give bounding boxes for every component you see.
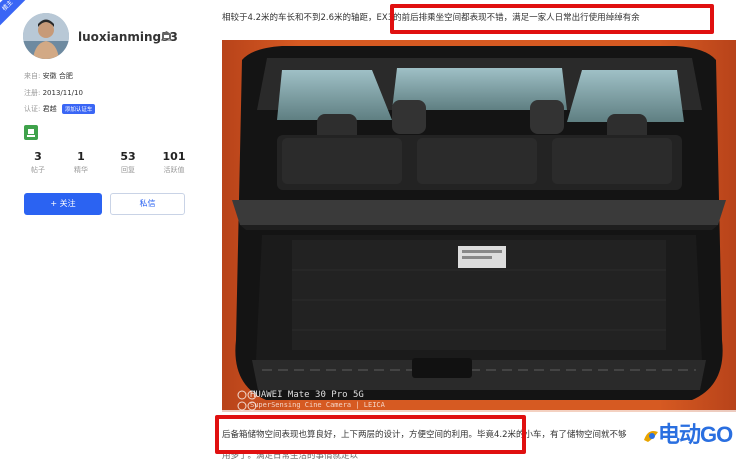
follow-button[interactable]: + 关注 [24,193,102,215]
trunk-photo[interactable] [222,40,736,412]
stat-replies[interactable]: 53 回复 [108,150,148,175]
stat-featured[interactable]: 1 精华 [61,150,101,175]
cert-value: 君越 [42,105,57,113]
medal-icon [24,125,38,140]
post-line-1-prefix: 相较于4.2米的车长和不到2.6米的轴距， [222,13,377,23]
message-button[interactable]: 私信 [110,193,185,215]
avatar[interactable] [23,13,69,59]
stat-activity[interactable]: 101 活跃值 [154,150,194,175]
cert-label: 认证: [24,105,41,113]
certification-row: 认证: 君越 添加认证车 [24,104,96,114]
stat-replies-count: 53 [120,150,136,163]
stat-featured-label: 精华 [74,166,88,174]
user-level-icon [161,31,172,41]
diandong-go-logo: 电动GO [658,422,733,447]
photo-watermark-model: HUAWEI Mate 30 Pro 5G [250,390,364,400]
highlight-box-2 [215,415,526,454]
user-stats: 3 帖子 1 精华 53 回复 101 活跃值 [18,150,194,180]
op-badge: 楼主 [0,0,30,28]
stat-replies-label: 回复 [121,166,135,174]
photo-watermark-camera: SuperSensing Cine Camera | LEICA [250,401,385,409]
stat-posts-label: 帖子 [31,166,45,174]
register-value: 2013/11/10 [42,89,83,97]
stat-activity-label: 活跃值 [163,166,185,174]
location-label: 来自: [24,72,41,80]
stat-posts[interactable]: 3 帖子 [18,150,58,175]
user-profile-sidebar: 楼主 luoxianming33 来自: 安徽 合肥 注册: 2013/11/1… [0,0,205,410]
location-value: 安徽 合肥 [42,72,73,80]
op-badge-label: 楼主 [0,0,15,13]
register-date-row: 注册: 2013/11/10 [24,88,83,98]
stat-activity-count: 101 [162,150,186,163]
add-cert-car-link[interactable]: 添加认证车 [61,104,96,114]
stat-posts-count: 3 [34,150,42,163]
register-label: 注册: [24,89,41,97]
stat-featured-count: 1 [77,150,85,163]
highlight-box-1 [390,4,714,34]
location-row: 来自: 安徽 合肥 [24,71,73,81]
